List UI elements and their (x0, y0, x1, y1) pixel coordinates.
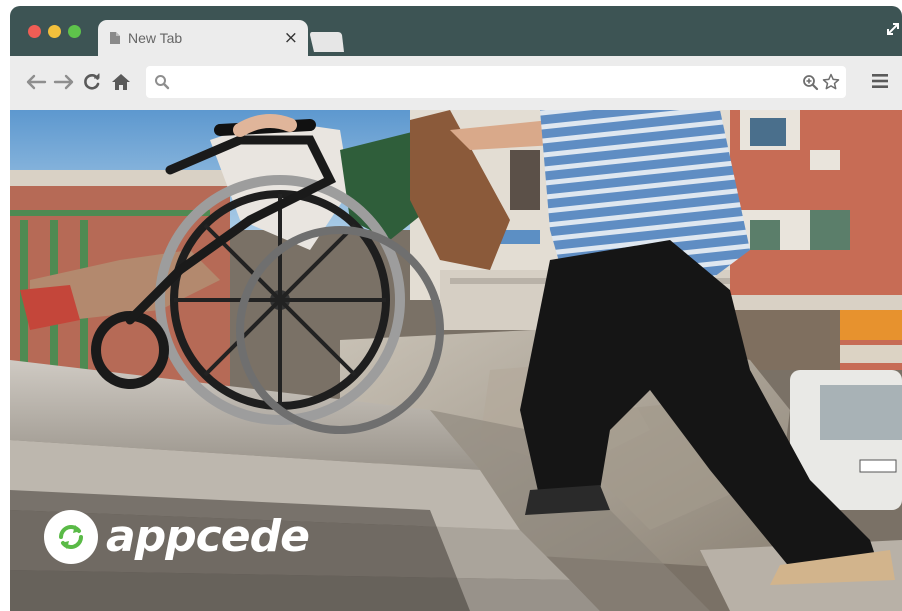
zoom-icon[interactable] (802, 74, 819, 91)
window-close-button[interactable] (28, 25, 41, 38)
address-bar[interactable] (146, 66, 846, 98)
fullscreen-icon[interactable] (884, 20, 902, 38)
tab-new-tab[interactable]: New Tab × (98, 20, 308, 56)
logo-badge (44, 510, 98, 564)
recycle-arrows-icon (59, 525, 83, 549)
reload-button[interactable] (82, 70, 102, 94)
forward-button[interactable] (52, 70, 76, 94)
logo-wordmark: appcede (106, 511, 310, 562)
url-input[interactable] (176, 66, 796, 98)
reload-icon (84, 73, 100, 90)
back-arrow-icon (26, 74, 47, 90)
window-minimize-button[interactable] (48, 25, 61, 38)
tab-title: New Tab (128, 30, 183, 46)
home-button[interactable] (110, 70, 132, 94)
home-icon (112, 74, 130, 90)
new-tab-button[interactable] (310, 32, 344, 52)
forward-arrow-icon (53, 74, 74, 90)
tab-close-button[interactable]: × (284, 28, 298, 48)
toolbar (10, 56, 902, 110)
page-icon (110, 32, 120, 44)
page-content: appcede (10, 110, 902, 611)
star-icon[interactable] (822, 73, 840, 91)
back-button[interactable] (24, 70, 48, 94)
appcede-logo: appcede (44, 510, 310, 564)
search-icon (155, 75, 170, 90)
window-maximize-button[interactable] (68, 25, 81, 38)
hamburger-menu-icon[interactable] (872, 73, 888, 89)
browser-window: New Tab × appcede (10, 6, 902, 611)
title-bar: New Tab × (10, 6, 902, 56)
